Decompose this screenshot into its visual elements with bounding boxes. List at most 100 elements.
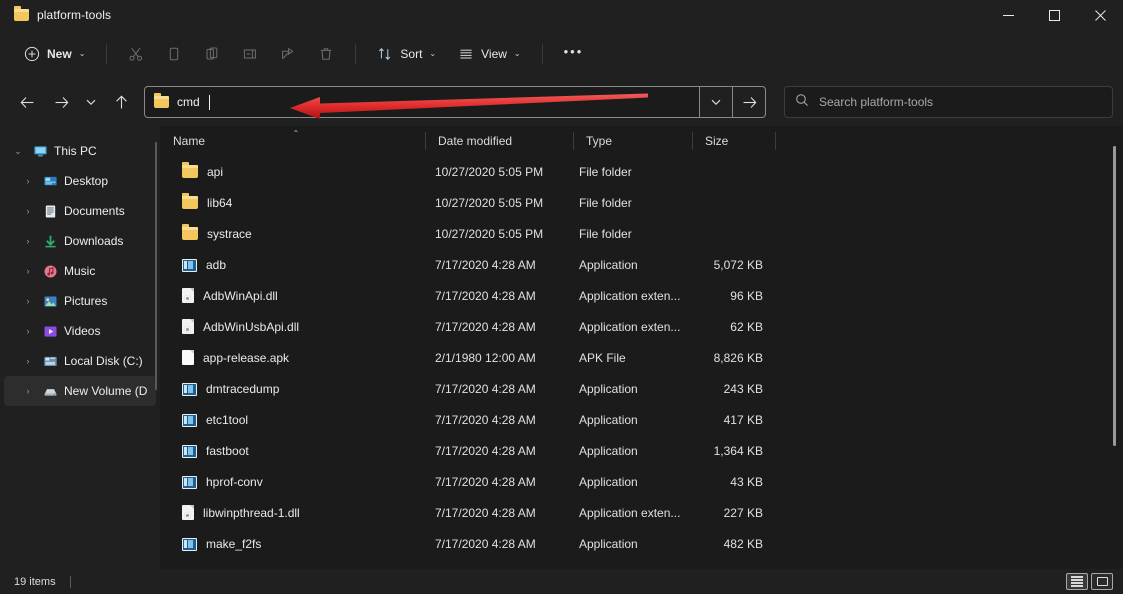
- column-header-name[interactable]: ⌃ Name: [160, 126, 425, 156]
- sidebar-item-downloads[interactable]: ›Downloads: [4, 226, 156, 256]
- address-dropdown-button[interactable]: [700, 86, 733, 118]
- cell-name: systrace: [160, 227, 425, 241]
- maximize-button[interactable]: [1031, 0, 1077, 30]
- application-icon: [182, 476, 197, 489]
- recent-locations-button[interactable]: [78, 86, 104, 118]
- cell-type: File folder: [573, 196, 692, 210]
- address-bar[interactable]: cmd: [144, 86, 766, 118]
- expander-chevron-icon[interactable]: ›: [20, 207, 36, 216]
- address-input-value: cmd: [177, 95, 200, 109]
- table-row[interactable]: adb7/17/2020 4:28 AMApplication5,072 KB: [160, 249, 1123, 280]
- column-headers: ⌃ Name Date modified Type Size: [160, 126, 1123, 156]
- sidebar-item-label: This PC: [54, 144, 97, 158]
- sidebar-item-videos[interactable]: › Videos: [4, 316, 156, 346]
- cut-button[interactable]: [118, 38, 154, 70]
- sidebar-item-music[interactable]: ›Music: [4, 256, 156, 286]
- sidebar-item-pictures[interactable]: ›Pictures: [4, 286, 156, 316]
- details-view-button[interactable]: [1066, 573, 1088, 590]
- sidebar-item-new-volume-d[interactable]: › New Volume (D: [4, 376, 156, 406]
- navigation-pane: ⌄ This PC ›Desktop›Documents›Downloads›Mus…: [0, 126, 160, 569]
- view-toggle-group: [1066, 573, 1113, 590]
- table-row[interactable]: make_f2fs7/17/2020 4:28 AMApplication482…: [160, 528, 1123, 559]
- explorer-body: ⌄ This PC ›Desktop›Documents›Downloads›Mus…: [0, 126, 1123, 569]
- expander-chevron-icon[interactable]: ›: [20, 387, 36, 396]
- cell-type: File folder: [573, 165, 692, 179]
- column-divider-2[interactable]: [573, 132, 574, 150]
- cell-size: 8,826 KB: [692, 351, 775, 365]
- column-divider-4[interactable]: [775, 132, 776, 150]
- column-divider-3[interactable]: [692, 132, 693, 150]
- expander-chevron-icon[interactable]: ›: [20, 327, 36, 336]
- sidebar-item-documents[interactable]: ›Documents: [4, 196, 156, 226]
- trash-icon: [318, 46, 334, 62]
- table-row[interactable]: app-release.apk2/1/1980 12:00 AMAPK File…: [160, 342, 1123, 373]
- sidebar-item-local-disk-c[interactable]: ›Local Disk (C:): [4, 346, 156, 376]
- cell-name: dmtracedump: [160, 382, 425, 396]
- close-button[interactable]: [1077, 0, 1123, 30]
- file-name-label: dmtracedump: [206, 382, 279, 396]
- delete-button[interactable]: [308, 38, 344, 70]
- sort-button[interactable]: Sort ⌄: [367, 38, 446, 70]
- address-go-button[interactable]: [733, 86, 766, 118]
- search-input[interactable]: Search platform-tools: [784, 86, 1113, 118]
- folder-icon: [182, 227, 198, 240]
- table-row[interactable]: dmtracedump7/17/2020 4:28 AMApplication2…: [160, 373, 1123, 404]
- table-row[interactable]: AdbWinApi.dll7/17/2020 4:28 AMApplicatio…: [160, 280, 1123, 311]
- application-icon: [182, 259, 197, 272]
- cell-date: 7/17/2020 4:28 AM: [425, 289, 573, 303]
- copy-button[interactable]: [156, 38, 192, 70]
- up-button[interactable]: [104, 86, 138, 118]
- back-button[interactable]: [10, 86, 44, 118]
- table-row[interactable]: systrace10/27/2020 5:05 PMFile folder: [160, 218, 1123, 249]
- table-row[interactable]: libwinpthread-1.dll7/17/2020 4:28 AMAppl…: [160, 497, 1123, 528]
- new-button[interactable]: New ⌄: [14, 38, 95, 70]
- paste-button[interactable]: [194, 38, 230, 70]
- sidebar-item-label: Videos: [64, 324, 100, 338]
- address-input[interactable]: cmd: [144, 86, 700, 118]
- expander-chevron-icon[interactable]: ›: [20, 177, 36, 186]
- dll-icon: [182, 288, 194, 303]
- table-row[interactable]: hprof-conv7/17/2020 4:28 AMApplication43…: [160, 466, 1123, 497]
- large-icons-view-button[interactable]: [1091, 573, 1113, 590]
- music-icon: [42, 263, 58, 279]
- expander-chevron-icon[interactable]: ›: [20, 237, 36, 246]
- sort-button-label: Sort: [400, 47, 422, 61]
- window-controls: [985, 0, 1123, 30]
- videos-icon: [42, 323, 58, 339]
- file-name-label: api: [207, 165, 223, 179]
- share-button[interactable]: [270, 38, 306, 70]
- column-header-type[interactable]: Type: [573, 126, 692, 156]
- chevron-down-icon-addr: [710, 96, 722, 108]
- minimize-button[interactable]: [985, 0, 1031, 30]
- table-row[interactable]: fastboot7/17/2020 4:28 AMApplication1,36…: [160, 435, 1123, 466]
- expander-chevron-icon[interactable]: ⌄: [10, 147, 26, 156]
- folder-icon: [182, 165, 198, 178]
- sidebar-scrollbar-thumb[interactable]: [155, 142, 157, 390]
- table-row[interactable]: etc1tool7/17/2020 4:28 AMApplication417 …: [160, 404, 1123, 435]
- cell-date: 7/17/2020 4:28 AM: [425, 382, 573, 396]
- expander-chevron-icon[interactable]: ›: [20, 357, 36, 366]
- sidebar-item-desktop[interactable]: ›Desktop: [4, 166, 156, 196]
- view-button[interactable]: View ⌄: [448, 38, 531, 70]
- folder-icon: [14, 9, 29, 21]
- column-divider-1[interactable]: [425, 132, 426, 150]
- sidebar-item-label: New Volume (D: [64, 384, 147, 398]
- cell-size: 5,072 KB: [692, 258, 775, 272]
- vertical-scrollbar-thumb[interactable]: [1113, 146, 1116, 446]
- drive-icon: [42, 383, 58, 399]
- sidebar-item-this-pc[interactable]: ⌄ This PC: [4, 136, 156, 166]
- expander-chevron-icon[interactable]: ›: [20, 267, 36, 276]
- expander-chevron-icon[interactable]: ›: [20, 297, 36, 306]
- more-options-button[interactable]: •••: [554, 38, 594, 70]
- file-name-label: lib64: [207, 196, 232, 210]
- table-row[interactable]: lib6410/27/2020 5:05 PMFile folder: [160, 187, 1123, 218]
- table-row[interactable]: api10/27/2020 5:05 PMFile folder: [160, 156, 1123, 187]
- column-header-date[interactable]: Date modified: [425, 126, 573, 156]
- cell-type: Application: [573, 258, 692, 272]
- folder-icon: [182, 196, 198, 209]
- forward-button[interactable]: [44, 86, 78, 118]
- cell-type: Application: [573, 444, 692, 458]
- rename-button[interactable]: [232, 38, 268, 70]
- column-header-size[interactable]: Size: [692, 126, 775, 156]
- table-row[interactable]: AdbWinUsbApi.dll7/17/2020 4:28 AMApplica…: [160, 311, 1123, 342]
